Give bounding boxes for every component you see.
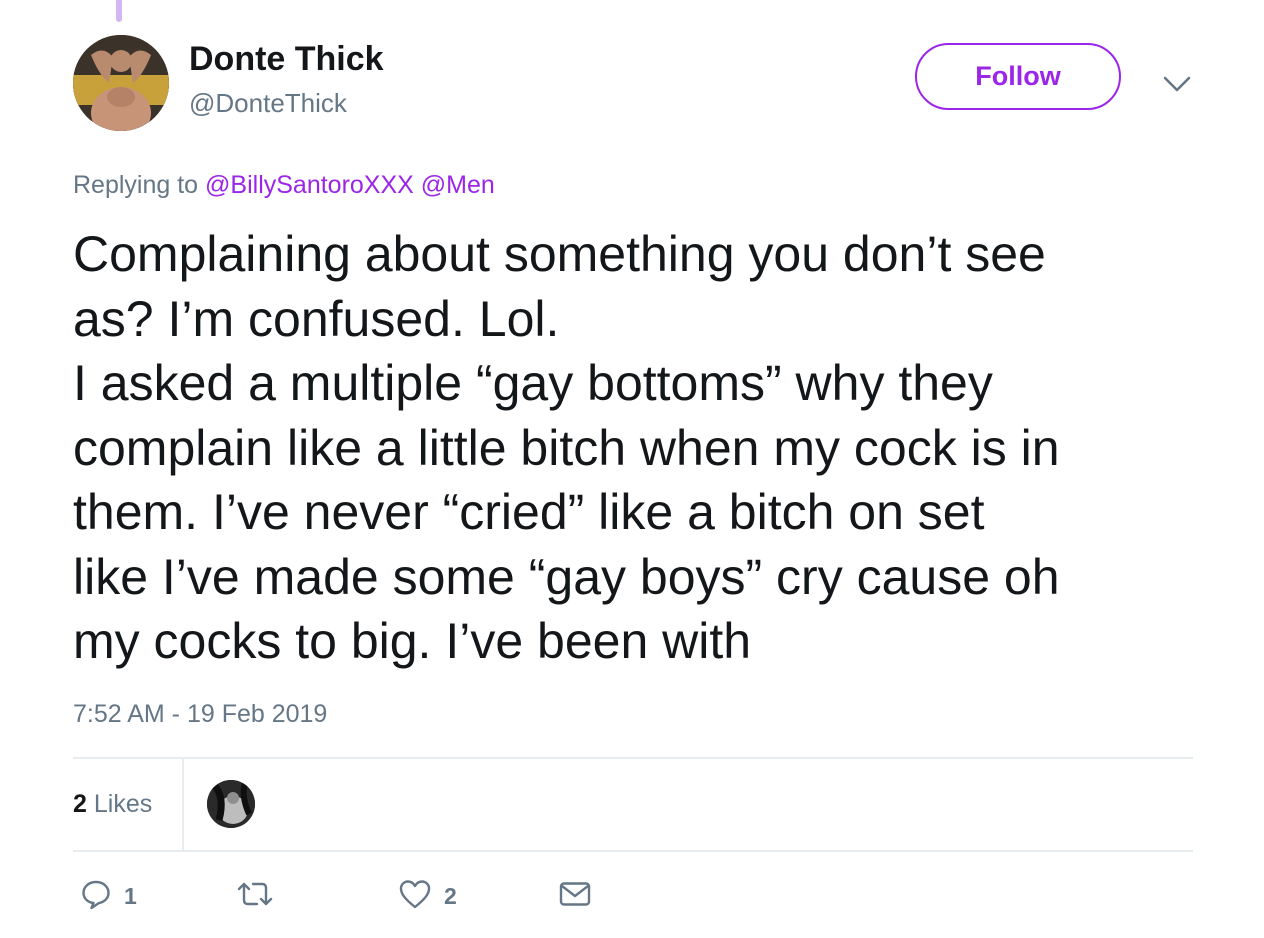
likes-stat-count: 2 — [73, 790, 87, 818]
reply-icon — [80, 878, 112, 915]
reply-count: 1 — [124, 883, 137, 909]
tweet-text: Complaining about something you don’t se… — [73, 222, 1203, 674]
author-display-name[interactable]: Donte Thick — [189, 40, 384, 79]
chevron-down-icon[interactable] — [1160, 70, 1194, 98]
tweet-text-line: Complaining about something you don’t se… — [73, 226, 1046, 282]
retweet-icon — [236, 878, 274, 915]
reply-action[interactable]: 1 — [80, 878, 137, 915]
tweet-text-line: my cocks to big. I’ve been with — [73, 613, 752, 669]
author-handle[interactable]: @DonteThick — [189, 88, 347, 119]
tweet-text-line: I asked a multiple “gay bottoms” why the… — [73, 355, 993, 411]
tweet-page: Donte Thick @DonteThick Follow Replying … — [0, 0, 1264, 938]
likes-stat-label: Likes — [93, 790, 153, 818]
like-action[interactable]: 2 — [398, 878, 457, 915]
tweet-text-line: them. I’ve never “cried” like a bitch on… — [73, 484, 985, 540]
stats-separator — [182, 759, 184, 851]
divider — [73, 757, 1193, 759]
mention-link[interactable]: @BillySantoroXXX — [205, 171, 414, 199]
likes-stat[interactable]: 2 Likes — [73, 790, 152, 819]
reply-context: Replying to @BillySantoroXXX @Men — [73, 171, 495, 200]
follow-button[interactable]: Follow — [915, 43, 1121, 110]
liker-avatar[interactable] — [207, 780, 255, 828]
like-count: 2 — [444, 883, 457, 909]
envelope-icon — [558, 878, 592, 915]
thread-connector-line — [116, 0, 122, 22]
heart-icon — [398, 878, 432, 915]
tweet-text-line: like I’ve made some “gay boys” cry cause… — [73, 548, 1060, 605]
retweet-action[interactable] — [236, 878, 274, 915]
tweet-text-line: as? I’m confused. Lol. — [73, 290, 560, 347]
divider — [73, 850, 1193, 852]
mention-link[interactable]: @Men — [421, 171, 495, 199]
direct-message-action[interactable] — [558, 878, 592, 915]
reply-context-label: Replying to — [73, 171, 199, 199]
author-avatar[interactable] — [73, 35, 169, 131]
tweet-timestamp[interactable]: 7:52 AM - 19 Feb 2019 — [73, 700, 327, 729]
tweet-text-line: complain like a little bitch when my coc… — [73, 419, 1060, 476]
